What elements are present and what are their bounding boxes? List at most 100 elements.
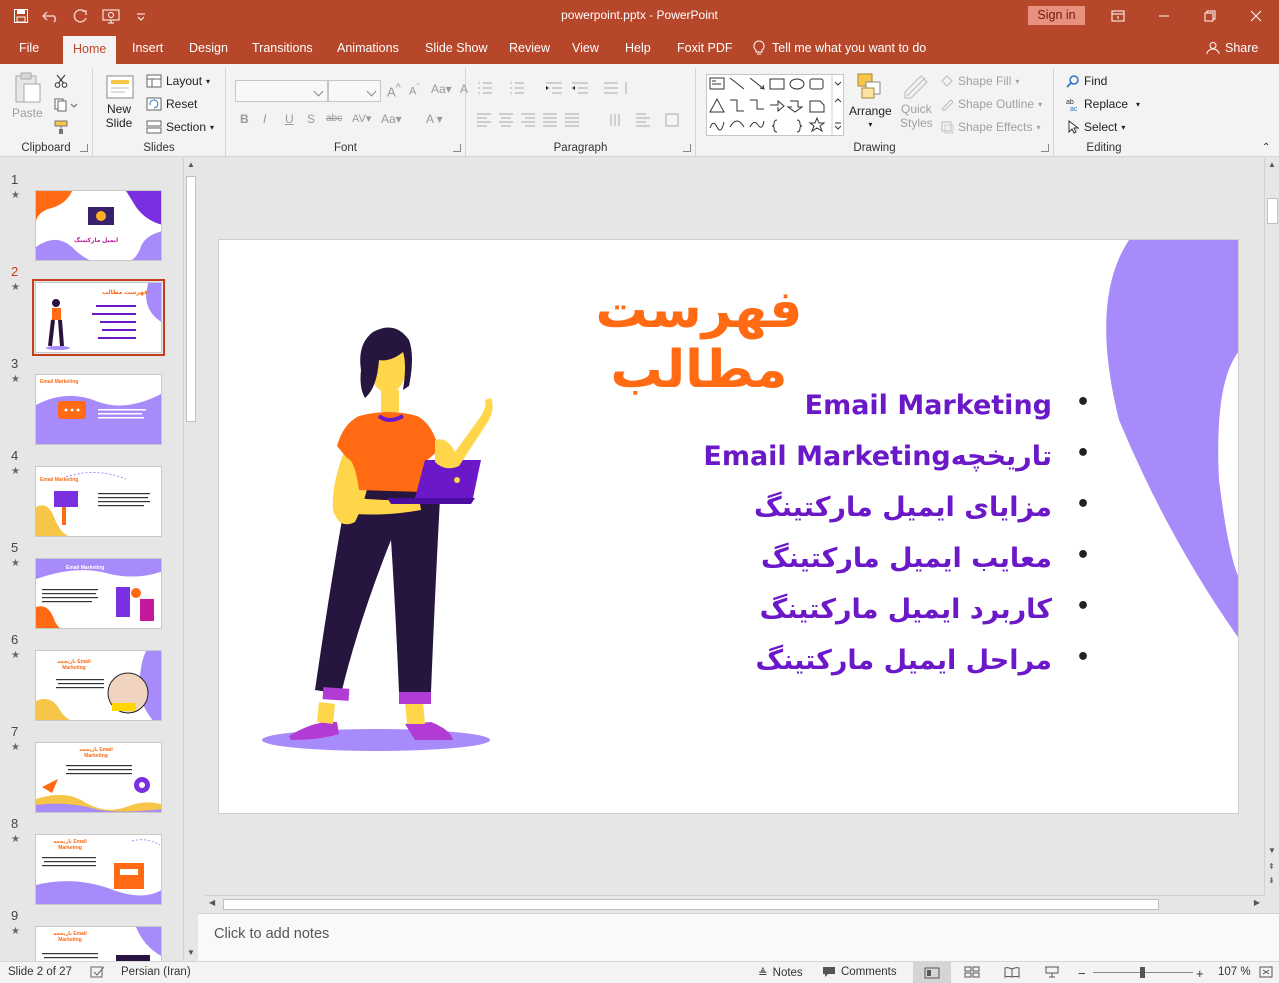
shape-effects-button[interactable]: Shape Effects ▾ — [940, 120, 1041, 134]
bullet-item[interactable]: مراحل ایمیل مارکتینگ — [432, 645, 1090, 696]
editor-horizontal-scrollbar[interactable]: ◀ ▶ — [205, 895, 1264, 912]
thumbnail-row-9[interactable]: 9 ★ تاریخچه Email Marketing — [0, 908, 183, 961]
format-painter-button[interactable] — [54, 120, 70, 134]
present-from-beginning-icon[interactable] — [98, 3, 124, 29]
tab-home[interactable]: Home — [63, 36, 117, 64]
slide-title[interactable]: فهرست مطالب — [549, 280, 849, 400]
font-size-combo[interactable] — [328, 80, 381, 102]
tab-view[interactable]: View — [572, 32, 599, 64]
reading-view-button[interactable] — [1004, 966, 1020, 978]
normal-view-button[interactable] — [913, 962, 951, 983]
slide-show-button[interactable] — [1044, 966, 1060, 978]
change-case-icon[interactable]: Aa▾ — [431, 82, 452, 96]
restore-icon[interactable] — [1187, 0, 1233, 32]
tab-file[interactable]: File — [19, 32, 39, 64]
scroll-right-arrow-icon[interactable]: ▶ — [1254, 898, 1260, 907]
bullet-item[interactable]: کاربرد ایمیل مارکتینگ — [432, 594, 1090, 645]
copy-button[interactable] — [54, 98, 78, 112]
paste-button[interactable]: Paste — [12, 72, 43, 120]
shape-fill-button[interactable]: Shape Fill ▾ — [940, 74, 1019, 88]
zoom-in-icon[interactable]: + — [1196, 966, 1204, 981]
tab-foxit-pdf[interactable]: Foxit PDF — [677, 32, 733, 64]
save-icon[interactable] — [8, 3, 34, 29]
thumbnail-row-8[interactable]: 8 ★ تاریخچه Email Marketing — [0, 816, 183, 908]
scroll-left-arrow-icon[interactable]: ◀ — [209, 898, 215, 907]
zoom-level[interactable]: 107 % — [1218, 966, 1251, 978]
change-case-2-icon[interactable]: Aa▾ — [381, 112, 402, 126]
scroll-up-arrow-icon[interactable]: ▲ — [1268, 160, 1276, 169]
close-icon[interactable] — [1233, 0, 1279, 32]
arrange-button[interactable]: Arrange ▾ — [849, 72, 892, 129]
current-slide[interactable]: فهرست مطالب Email Marketing تاریخچهEmail… — [218, 239, 1239, 814]
comments-toggle-button[interactable]: Comments — [822, 966, 897, 978]
underline-icon[interactable]: U — [285, 112, 294, 126]
section-button[interactable]: Section ▾ — [146, 120, 214, 134]
bullet-item[interactable]: تاریخچهEmail Marketing — [432, 441, 1090, 492]
thumbnail-row-6[interactable]: 6 ★ تاریخچه Email Marketing — [0, 632, 183, 724]
tab-review[interactable]: Review — [509, 32, 550, 64]
select-button[interactable]: Select ▾ — [1066, 120, 1125, 134]
notes-placeholder[interactable]: Click to add notes — [214, 926, 329, 942]
decrease-font-icon[interactable]: Aˇ — [409, 82, 419, 98]
cut-button[interactable] — [54, 74, 68, 88]
tab-transitions[interactable]: Transitions — [252, 32, 313, 64]
thumbnail-row-2[interactable]: 2 ★ فهرست مطالب — [0, 264, 183, 356]
collapse-ribbon-icon[interactable]: ⌃ — [1262, 142, 1270, 153]
slide-thumbnail[interactable]: ایمیل مارکتینگ — [35, 190, 162, 261]
sign-in-button[interactable]: Sign in — [1028, 6, 1085, 25]
slide-sorter-button[interactable] — [964, 966, 980, 978]
slide-thumbnail[interactable]: Email Marketing — [35, 558, 162, 629]
scroll-up-arrow-icon[interactable]: ▲ — [187, 160, 195, 169]
new-slide-button[interactable]: New Slide — [103, 72, 135, 130]
thumbnail-row-3[interactable]: 3 ★ Email Marketing — [0, 356, 183, 448]
share-button[interactable]: Share — [1206, 32, 1258, 64]
notes-pane[interactable]: Click to add notes — [198, 913, 1279, 961]
tab-design[interactable]: Design — [189, 32, 228, 64]
bullet-item[interactable]: مزایای ایمیل مارکتینگ — [432, 492, 1090, 543]
strikethrough-icon[interactable]: abc — [326, 113, 342, 124]
undo-icon[interactable] — [38, 3, 64, 29]
horizontal-scroll-thumb[interactable] — [223, 899, 1159, 910]
bullet-list[interactable]: Email Marketing تاریخچهEmail Marketing م… — [432, 390, 1090, 696]
drawing-launcher-icon[interactable] — [1041, 144, 1049, 152]
thumbnail-scrollbar[interactable]: ▲ ▼ — [183, 158, 197, 961]
paragraph-launcher-icon[interactable] — [683, 144, 691, 152]
shadow-icon[interactable]: S — [307, 112, 315, 126]
bullet-item[interactable]: Email Marketing — [432, 390, 1090, 441]
tab-help[interactable]: Help — [625, 32, 651, 64]
editor-vertical-scrollbar[interactable]: ▲ ▼ ⇞ ⇟ — [1264, 158, 1279, 895]
slide-thumbnail[interactable]: Email Marketing — [35, 374, 162, 445]
spelling-check-icon[interactable] — [90, 966, 106, 978]
increase-font-icon[interactable]: A^ — [387, 82, 401, 99]
clipboard-launcher-icon[interactable] — [80, 144, 88, 152]
slide-thumbnail[interactable]: تاریخچه Email Marketing — [35, 742, 162, 813]
tab-animations[interactable]: Animations — [337, 32, 399, 64]
next-slide-icon[interactable]: ⇟ — [1268, 876, 1275, 885]
font-color-icon[interactable]: A ▾ — [426, 112, 443, 126]
font-name-combo[interactable] — [235, 80, 328, 102]
thumbnail-scroll-thumb[interactable] — [186, 176, 196, 422]
bullet-item[interactable]: معایب ایمیل مارکتینگ — [432, 543, 1090, 594]
scroll-down-arrow-icon[interactable]: ▼ — [1268, 846, 1276, 855]
slide-thumbnail[interactable]: تاریخچه Email Marketing — [35, 650, 162, 721]
thumbnail-row-5[interactable]: 5 ★ Email Marketing — [0, 540, 183, 632]
thumbnail-row-4[interactable]: 4 ★ Email Marketing — [0, 448, 183, 540]
reset-button[interactable]: Reset — [146, 97, 197, 111]
slide-thumbnail[interactable]: تاریخچه Email Marketing — [35, 834, 162, 905]
tab-insert[interactable]: Insert — [132, 32, 163, 64]
zoom-slider-thumb[interactable] — [1140, 967, 1145, 978]
editor-scroll-thumb[interactable] — [1267, 198, 1278, 224]
ribbon-display-options-icon[interactable] — [1095, 0, 1141, 32]
tell-me-search[interactable]: Tell me what you want to do — [752, 32, 926, 64]
redo-icon[interactable] — [68, 3, 94, 29]
list-indent-icons[interactable] — [476, 80, 686, 98]
thumbnail-row-1[interactable]: 1 ★ ایمیل مارکتینگ — [0, 172, 183, 264]
shape-outline-button[interactable]: Shape Outline ▾ — [940, 97, 1042, 111]
customize-toolbar-icon[interactable] — [128, 3, 154, 29]
shapes-gallery[interactable] — [706, 74, 844, 136]
quick-styles-button[interactable]: Quick Styles — [900, 72, 933, 130]
layout-button[interactable]: Layout ▾ — [146, 74, 210, 88]
find-button[interactable]: Find — [1066, 74, 1107, 88]
character-spacing-icon[interactable]: AV▾ — [352, 112, 371, 125]
italic-icon[interactable]: I — [263, 112, 266, 126]
